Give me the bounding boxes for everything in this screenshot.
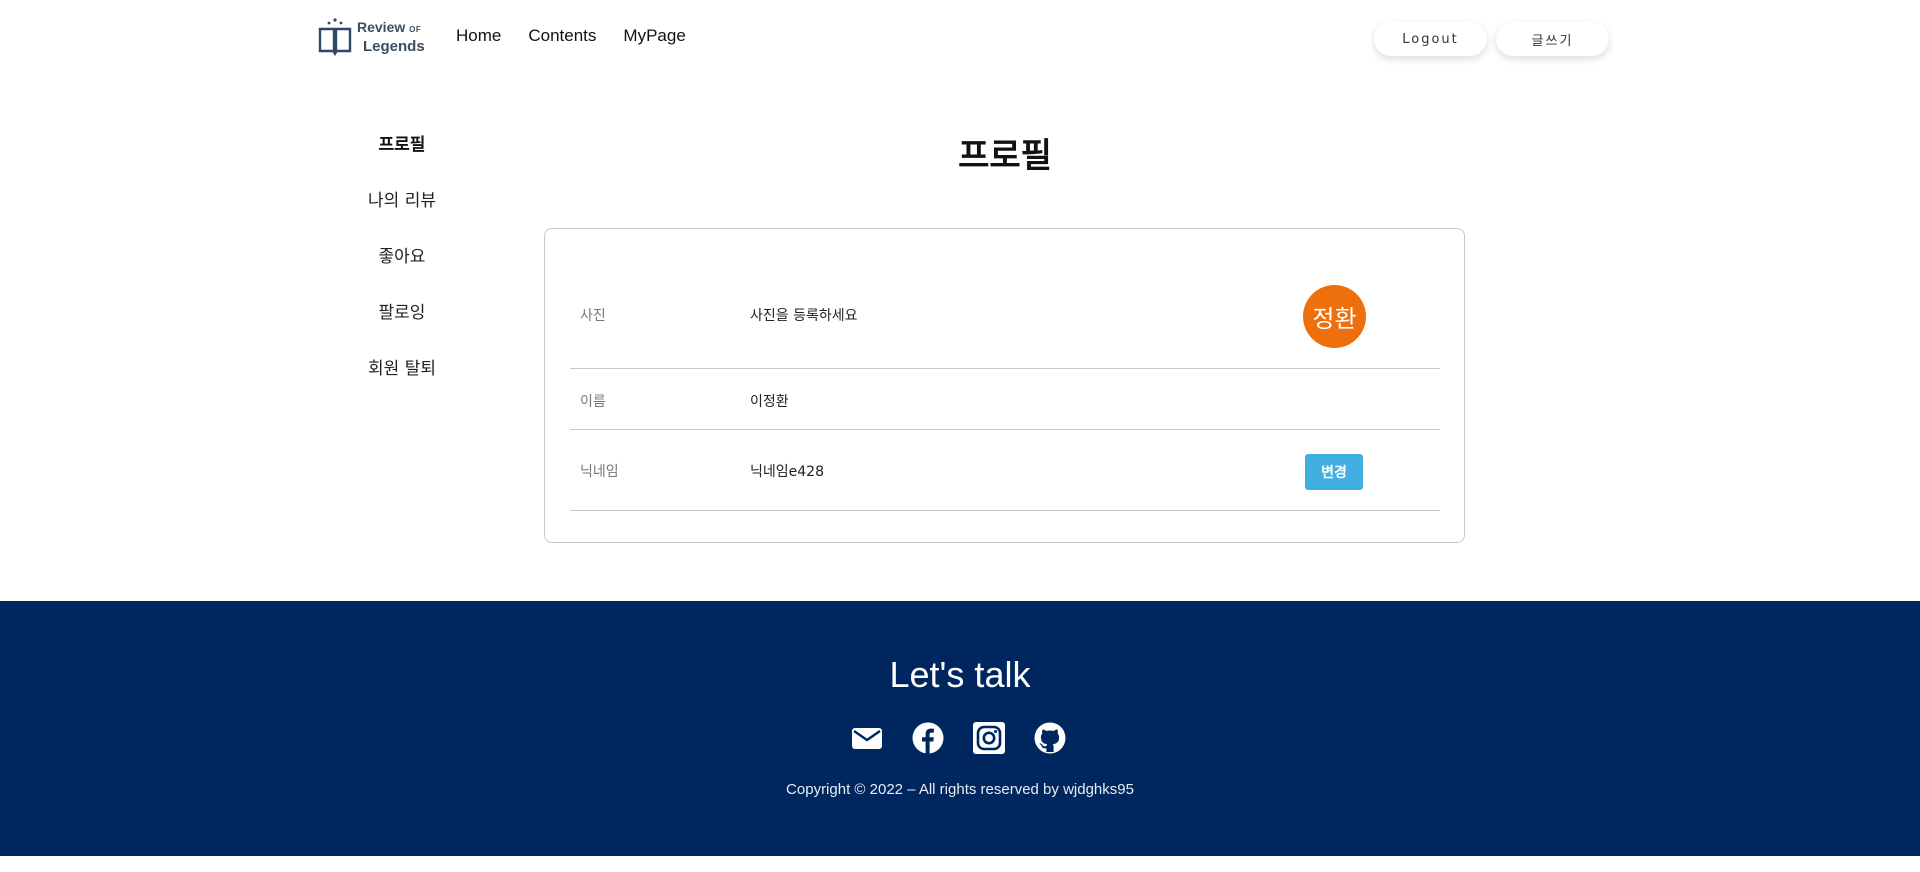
- photo-row: 사진 사진을 등록하세요 정환: [570, 229, 1440, 369]
- sidebar-item-withdraw[interactable]: 회원 탈퇴: [340, 354, 464, 410]
- main-nav: Home Contents MyPage: [456, 26, 713, 46]
- profile-card: 사진 사진을 등록하세요 정환 이름 이정환 닉네임 닉네임e428 변경: [544, 228, 1465, 543]
- nav-home-link[interactable]: Home: [456, 26, 501, 46]
- logo-text: Review OF Legends: [357, 19, 425, 55]
- nickname-value: 닉네임e428: [750, 464, 824, 480]
- facebook-icon[interactable]: [912, 722, 944, 754]
- mail-icon[interactable]: [851, 722, 883, 754]
- book-logo-icon: [318, 18, 352, 56]
- nav-mypage-link[interactable]: MyPage: [623, 26, 685, 46]
- write-button[interactable]: 글쓰기: [1496, 22, 1609, 56]
- sidebar-item-following[interactable]: 팔로잉: [340, 298, 464, 354]
- nickname-row: 닉네임 닉네임e428 변경: [570, 430, 1440, 511]
- nickname-change-button[interactable]: 변경: [1305, 454, 1363, 490]
- avatar[interactable]: 정환: [1303, 285, 1366, 348]
- sidebar-item-profile[interactable]: 프로필: [340, 130, 464, 186]
- mypage-sidebar: 프로필 나의 리뷰 좋아요 팔로잉 회원 탈퇴: [340, 130, 464, 410]
- name-label: 이름: [580, 394, 606, 410]
- site-header: Review OF Legends Home Contents MyPage L…: [0, 0, 1920, 76]
- instagram-icon[interactable]: [973, 722, 1005, 754]
- footer-title: Let's talk: [889, 654, 1031, 695]
- sidebar-item-my-reviews[interactable]: 나의 리뷰: [340, 186, 464, 242]
- nav-contents-link[interactable]: Contents: [528, 26, 596, 46]
- site-logo[interactable]: Review OF Legends: [317, 16, 427, 58]
- copyright-text: Copyright © 2022 – All rights reserved b…: [786, 781, 1134, 798]
- social-links: [851, 722, 1066, 754]
- photo-label: 사진: [580, 308, 606, 324]
- photo-register-link[interactable]: 사진을 등록하세요: [750, 305, 858, 325]
- site-footer: Let's talk Copyright © 2022 – All rights…: [0, 601, 1920, 856]
- sidebar-item-likes[interactable]: 좋아요: [340, 242, 464, 298]
- name-value: 이정환: [750, 394, 789, 410]
- bottom-edge: [0, 856, 1920, 872]
- nickname-label: 닉네임: [580, 464, 619, 480]
- page-title: 프로필: [958, 136, 1052, 176]
- name-row: 이름 이정환: [570, 369, 1440, 430]
- github-icon[interactable]: [1034, 722, 1066, 754]
- logout-button[interactable]: Logout: [1374, 22, 1487, 56]
